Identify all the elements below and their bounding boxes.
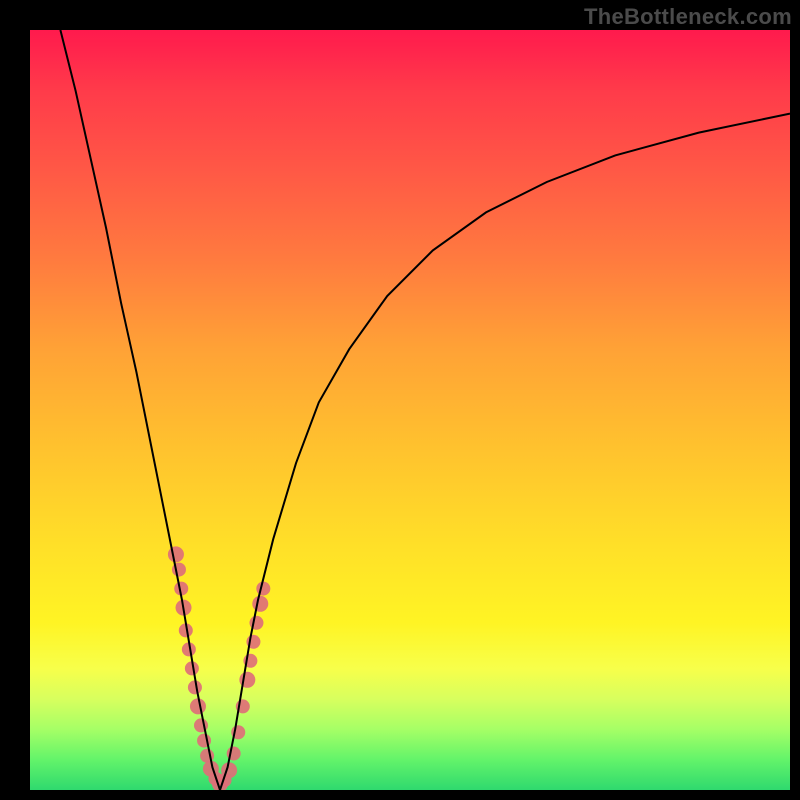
data-spot — [252, 596, 268, 612]
chart-svg — [30, 30, 790, 790]
bottleneck-curve-right — [220, 114, 790, 790]
bottleneck-curve-left — [60, 30, 220, 790]
watermark-text: TheBottleneck.com — [584, 4, 792, 30]
data-spot — [256, 582, 270, 596]
data-spot — [168, 546, 184, 562]
data-spot — [190, 698, 206, 714]
spots-group — [168, 546, 270, 790]
plot-area — [30, 30, 790, 790]
chart-frame: TheBottleneck.com — [0, 0, 800, 800]
